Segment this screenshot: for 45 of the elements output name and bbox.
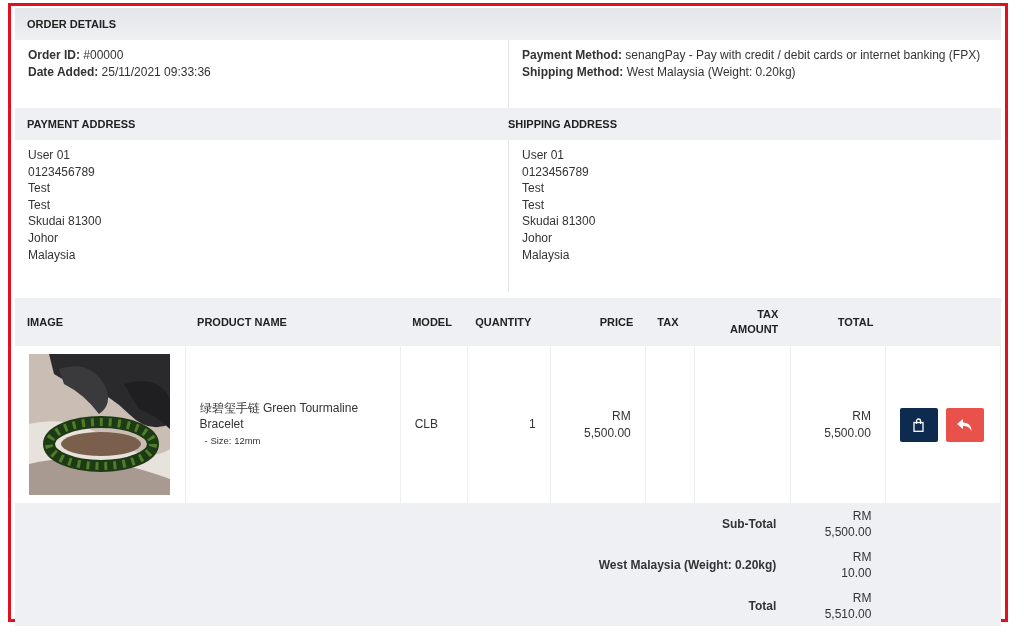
order-id-text: Order ID: #00000 bbox=[28, 47, 125, 64]
total-label: Total bbox=[748, 598, 777, 613]
address-line: User 01 bbox=[28, 147, 72, 164]
reorder-button[interactable] bbox=[899, 407, 938, 442]
section-header: PAYMENT ADDRESS bbox=[27, 118, 137, 130]
date-added-text: Date Added: 25/11/2021 09:33:36 bbox=[28, 63, 212, 81]
address-line: Johor bbox=[28, 229, 60, 247]
address-line: Skudai 81300 bbox=[522, 213, 597, 230]
total-value: RM 5,510.00 bbox=[824, 590, 872, 621]
section-header: ORDER DETAILS bbox=[15, 8, 1001, 40]
column-header: PRODUCT NAME bbox=[185, 298, 401, 346]
section-header: SHIPPING ADDRESS bbox=[508, 118, 618, 130]
column-header: IMAGE bbox=[15, 298, 186, 346]
address-line: 0123456789 bbox=[28, 163, 96, 181]
total-value: RM 5,500.00 bbox=[824, 508, 872, 539]
address-line: Test bbox=[28, 196, 51, 214]
total-label: Sub-Total bbox=[721, 516, 777, 531]
table-cell: 1 bbox=[529, 417, 536, 432]
column-header: MODEL bbox=[400, 298, 468, 346]
address-line: Test bbox=[28, 180, 51, 197]
address-line: 0123456789 bbox=[522, 163, 590, 181]
address-line: Skudai 81300 bbox=[28, 213, 103, 230]
shopping-bag-icon bbox=[913, 417, 925, 432]
table-cell: RM 5,500.00 bbox=[824, 408, 871, 440]
column-header: TAX AMOUNT bbox=[694, 298, 791, 346]
total-value: RM 10.00 bbox=[841, 549, 872, 580]
table-cell: CLB bbox=[414, 417, 438, 432]
return-button[interactable] bbox=[945, 407, 984, 442]
shipping-method-text: Shipping Method: West Malaysia (Weight: 0.20kg) bbox=[522, 63, 797, 81]
address-line: Test bbox=[522, 196, 545, 214]
address-line: Malaysia bbox=[28, 246, 77, 264]
total-label: West Malaysia (Weight: 0.20kg) bbox=[598, 557, 777, 572]
table-cell: RM 5,500.00 bbox=[584, 408, 631, 440]
address-line: Test bbox=[522, 180, 545, 197]
product-name: 绿碧玺手链 Green Tourmaline Bracelet bbox=[199, 399, 360, 433]
column-header: TOTAL bbox=[790, 298, 886, 346]
product-option: - Size: 12mm bbox=[199, 432, 386, 450]
column-header: TAX bbox=[645, 298, 695, 346]
address-line: User 01 bbox=[522, 147, 566, 164]
address-line: Johor bbox=[522, 229, 554, 247]
column-header: PRICE bbox=[550, 298, 646, 346]
address-line: Malaysia bbox=[522, 246, 571, 264]
column-header: QUANTITY bbox=[467, 298, 551, 346]
payment-method-text: Payment Method: senangPay - Pay with credit / debit cards or internet banking (FPX) bbox=[522, 47, 982, 64]
reply-arrow-icon bbox=[957, 418, 973, 431]
